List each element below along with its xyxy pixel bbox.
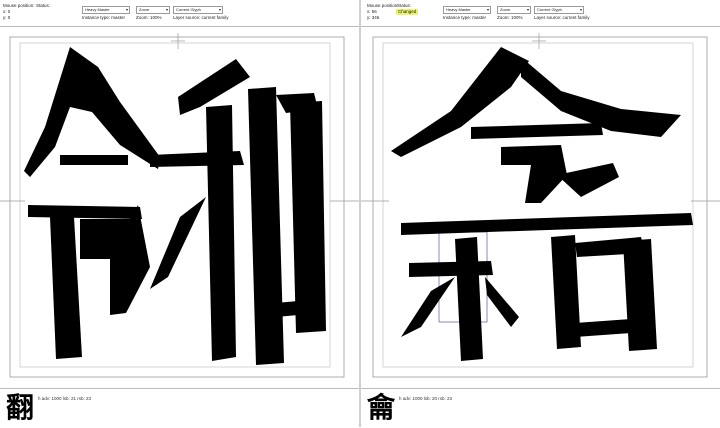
zoom-select-value: Zoom xyxy=(139,7,150,12)
glyph-lower-bar xyxy=(409,261,493,277)
glyph-right-stem xyxy=(206,105,236,361)
glyph-lower-right-sweep xyxy=(485,277,519,327)
layer-source: Layer source: current family xyxy=(173,15,229,20)
chevron-down-icon: ▾ xyxy=(218,7,221,12)
glyph-box-right xyxy=(623,239,657,351)
editor-panel-left: Mouse position: x: 0 y: 0 Status: Heavy … xyxy=(0,0,359,427)
master-select[interactable]: Heavy Master ▾ xyxy=(443,6,491,14)
glyph-left-stem xyxy=(50,217,82,359)
chevron-down-icon: ▾ xyxy=(125,7,128,12)
zoom-select[interactable]: Zoom ▾ xyxy=(136,6,170,14)
glyph-canvas[interactable] xyxy=(361,27,720,387)
status-badge: Changed xyxy=(396,9,419,15)
glyph-left-hook xyxy=(80,205,150,315)
glyph-right-crossbar xyxy=(150,151,244,167)
glyph-svg xyxy=(0,33,359,378)
editor-panel-right: Mouse position: x: 56 y: 346 Status: Cha… xyxy=(361,0,720,427)
glyph-select-value: Current Glyph xyxy=(176,7,201,12)
mouse-y-readout: y: 0 xyxy=(3,15,11,20)
glyph-outline xyxy=(24,47,326,365)
chevron-down-icon: ▾ xyxy=(165,7,168,12)
instance-type: Instance type: master xyxy=(82,15,126,20)
glyph-box-bottom xyxy=(575,319,631,337)
glyph-upper-hook xyxy=(501,145,567,203)
glyph-box-right xyxy=(290,101,326,333)
glyph-select[interactable]: Current Glyph ▾ xyxy=(534,6,584,14)
glyph-canvas[interactable] xyxy=(0,27,359,387)
master-select[interactable]: Heavy Master ▾ xyxy=(82,6,130,14)
status-label: Status: xyxy=(36,3,51,8)
glyph-lower-stem xyxy=(455,237,483,361)
chevron-down-icon: ▾ xyxy=(579,7,582,12)
glyph-select-value: Current Glyph xyxy=(537,7,562,12)
glyph-left-crossbar xyxy=(28,205,142,219)
layer-source: Layer source: current family xyxy=(534,15,590,20)
chevron-down-icon: ▾ xyxy=(526,7,529,12)
glyph-metrics: h adv: 1000 lsb: 21 rsb: 23 xyxy=(38,396,92,401)
glyph-footer: 龠 h adv: 1000 lsb: 20 rsb: 23 xyxy=(361,388,720,428)
instance-type: Instance type: master xyxy=(443,15,487,20)
glyph-roof-bar xyxy=(60,155,128,165)
master-select-value: Heavy Master xyxy=(85,7,110,12)
master-select-value: Heavy Master xyxy=(446,7,471,12)
glyph-select[interactable]: Current Glyph ▾ xyxy=(173,6,223,14)
glyph-outline xyxy=(391,47,693,361)
glyph-preview: 翻 xyxy=(6,391,35,424)
mouse-y-readout: y: 346 xyxy=(367,15,380,20)
glyph-metrics: h adv: 1000 lsb: 20 rsb: 23 xyxy=(399,396,453,401)
glyph-svg xyxy=(361,33,720,378)
zoom-select-value: Zoom xyxy=(500,7,511,12)
glyph-roof-bar xyxy=(471,123,603,139)
toolbar: Mouse position: x: 0 y: 0 Status: Heavy … xyxy=(0,0,359,27)
glyph-roof-left xyxy=(391,47,529,157)
toolbar: Mouse position: x: 56 y: 346 Status: Cha… xyxy=(361,0,720,27)
glyph-box-left xyxy=(248,87,284,365)
zoom-level: Zoom: 100% xyxy=(497,15,523,20)
glyph-preview: 龠 xyxy=(367,391,396,424)
glyph-lower-left-sweep xyxy=(401,277,455,337)
chevron-down-icon: ▾ xyxy=(486,7,489,12)
glyph-crossbar xyxy=(401,213,693,235)
zoom-select[interactable]: Zoom ▾ xyxy=(497,6,531,14)
glyph-upper-dot xyxy=(557,163,619,197)
glyph-footer: 翻 h adv: 1000 lsb: 21 rsb: 23 xyxy=(0,388,359,428)
glyph-right-left-sweep xyxy=(150,197,206,289)
zoom-level: Zoom: 100% xyxy=(136,15,162,20)
